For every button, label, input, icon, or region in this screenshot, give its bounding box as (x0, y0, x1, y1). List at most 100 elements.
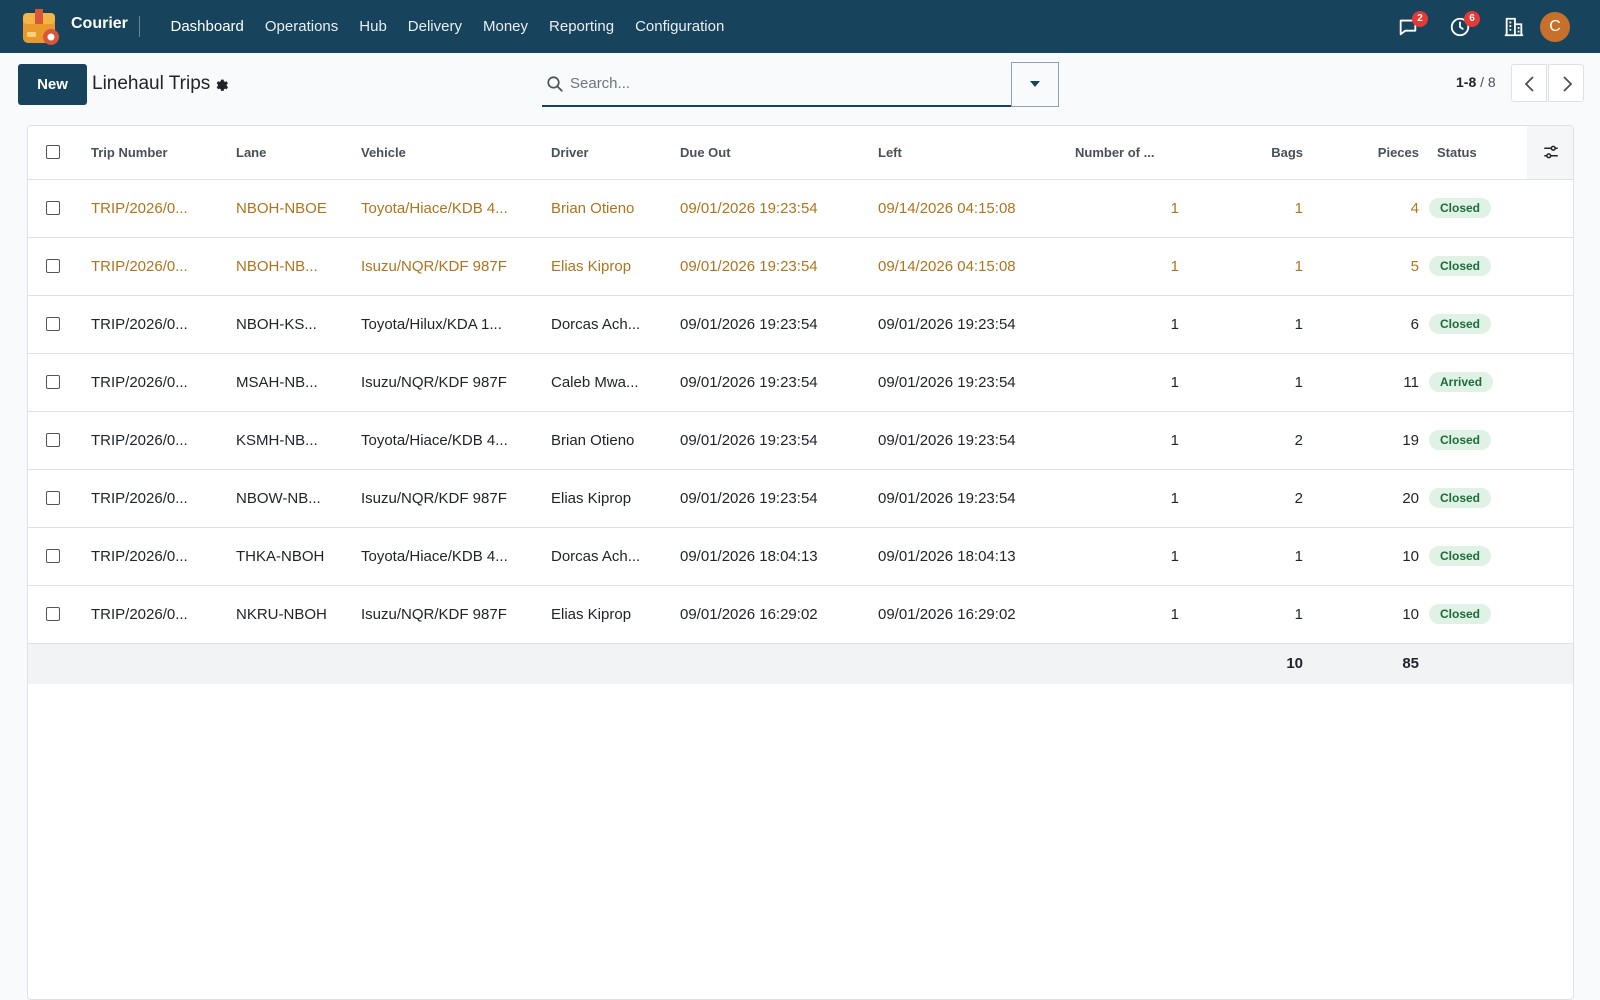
row-checkbox[interactable] (46, 259, 60, 273)
pager-range[interactable]: 1-8 (1456, 74, 1476, 90)
table-row[interactable]: TRIP/2026/0... MSAH-NB... Isuzu/NQR/KDF 98… (28, 353, 1573, 411)
vehicle-cell[interactable]: Toyota/Hiace/KDB 4... (361, 411, 551, 469)
due-out-cell[interactable]: 09/01/2026 19:23:54 (680, 469, 878, 527)
vehicle-cell[interactable]: Isuzu/NQR/KDF 987F (361, 353, 551, 411)
driver-cell[interactable]: Dorcas Ach... (551, 527, 680, 585)
pager-previous-button[interactable] (1511, 64, 1547, 102)
table-row[interactable]: TRIP/2026/0... NBOH-NBOE Toyota/Hiace/KDB … (28, 179, 1573, 237)
menu-money[interactable]: Money (472, 18, 538, 35)
vehicle-cell[interactable]: Isuzu/NQR/KDF 987F (361, 585, 551, 643)
pieces-cell[interactable]: 4 (1303, 179, 1419, 237)
pieces-cell[interactable]: 11 (1303, 353, 1419, 411)
bags-cell[interactable]: 1 (1179, 237, 1303, 295)
menu-delivery[interactable]: Delivery (397, 18, 472, 35)
col-lane[interactable]: Lane (236, 126, 361, 180)
table-row[interactable]: TRIP/2026/0... NBOH-KS... Toyota/Hilux/KDA… (28, 295, 1573, 353)
table-row[interactable]: TRIP/2026/0... KSMH-NB... Toyota/Hiace/KDB… (28, 411, 1573, 469)
row-checkbox[interactable] (46, 549, 60, 563)
menu-reporting[interactable]: Reporting (539, 18, 625, 35)
left-cell[interactable]: 09/01/2026 19:23:54 (878, 353, 1075, 411)
lane-cell[interactable]: NBOH-NB... (236, 237, 361, 295)
menu-operations[interactable]: Operations (254, 18, 348, 35)
row-checkbox[interactable] (46, 375, 60, 389)
table-row[interactable]: TRIP/2026/0... NBOH-NB... Isuzu/NQR/KDF 98… (28, 237, 1573, 295)
left-cell[interactable]: 09/01/2026 16:29:02 (878, 585, 1075, 643)
left-cell[interactable]: 09/14/2026 04:15:08 (878, 179, 1075, 237)
bags-cell[interactable]: 2 (1179, 469, 1303, 527)
trip-number-cell[interactable]: TRIP/2026/0... (91, 237, 236, 295)
col-status[interactable]: Status (1419, 126, 1527, 180)
table-row[interactable]: TRIP/2026/0... NBOW-NB... Isuzu/NQR/KDF 98… (28, 469, 1573, 527)
due-out-cell[interactable]: 09/01/2026 16:29:02 (680, 585, 878, 643)
vehicle-cell[interactable]: Toyota/Hiace/KDB 4... (361, 527, 551, 585)
number-cell[interactable]: 1 (1075, 469, 1179, 527)
bags-cell[interactable]: 1 (1179, 353, 1303, 411)
bags-cell[interactable]: 1 (1179, 295, 1303, 353)
gear-icon[interactable] (213, 77, 229, 93)
driver-cell[interactable]: Brian Otieno (551, 179, 680, 237)
col-number-of[interactable]: Number of ... (1075, 126, 1179, 180)
number-cell[interactable]: 1 (1075, 527, 1179, 585)
user-avatar[interactable]: C (1540, 12, 1570, 42)
lane-cell[interactable]: KSMH-NB... (236, 411, 361, 469)
col-bags[interactable]: Bags (1179, 126, 1303, 180)
lane-cell[interactable]: THKA-NBOH (236, 527, 361, 585)
search-input[interactable] (570, 68, 1020, 98)
trip-number-cell[interactable]: TRIP/2026/0... (91, 179, 236, 237)
driver-cell[interactable]: Elias Kiprop (551, 585, 680, 643)
driver-cell[interactable]: Brian Otieno (551, 411, 680, 469)
row-checkbox[interactable] (46, 201, 60, 215)
number-cell[interactable]: 1 (1075, 353, 1179, 411)
company-switcher[interactable] (1503, 14, 1529, 40)
col-due-out[interactable]: Due Out (680, 126, 878, 180)
driver-cell[interactable]: Dorcas Ach... (551, 295, 680, 353)
left-cell[interactable]: 09/01/2026 18:04:13 (878, 527, 1075, 585)
lane-cell[interactable]: NBOW-NB... (236, 469, 361, 527)
number-cell[interactable]: 1 (1075, 295, 1179, 353)
pager-next-button[interactable] (1548, 64, 1584, 102)
number-cell[interactable]: 1 (1075, 585, 1179, 643)
app-name[interactable]: Courier (71, 15, 128, 33)
col-pieces[interactable]: Pieces (1303, 126, 1419, 180)
col-driver[interactable]: Driver (551, 126, 680, 180)
search-options-toggle[interactable] (1011, 62, 1059, 107)
table-row[interactable]: TRIP/2026/0... THKA-NBOH Toyota/Hiace/KDB … (28, 527, 1573, 585)
pieces-cell[interactable]: 6 (1303, 295, 1419, 353)
vehicle-cell[interactable]: Isuzu/NQR/KDF 987F (361, 237, 551, 295)
col-trip-number[interactable]: Trip Number (91, 126, 236, 180)
menu-hub[interactable]: Hub (349, 18, 398, 35)
left-cell[interactable]: 09/14/2026 04:15:08 (878, 237, 1075, 295)
trip-number-cell[interactable]: TRIP/2026/0... (91, 295, 236, 353)
driver-cell[interactable]: Elias Kiprop (551, 237, 680, 295)
lane-cell[interactable]: NBOH-NBOE (236, 179, 361, 237)
col-vehicle[interactable]: Vehicle (361, 126, 551, 180)
due-out-cell[interactable]: 09/01/2026 19:23:54 (680, 353, 878, 411)
pieces-cell[interactable]: 5 (1303, 237, 1419, 295)
lane-cell[interactable]: MSAH-NB... (236, 353, 361, 411)
menu-dashboard[interactable]: Dashboard (160, 18, 254, 35)
trip-number-cell[interactable]: TRIP/2026/0... (91, 411, 236, 469)
trip-number-cell[interactable]: TRIP/2026/0... (91, 585, 236, 643)
due-out-cell[interactable]: 09/01/2026 19:23:54 (680, 179, 878, 237)
number-cell[interactable]: 1 (1075, 237, 1179, 295)
select-all-checkbox[interactable] (46, 145, 60, 160)
pieces-cell[interactable]: 20 (1303, 469, 1419, 527)
due-out-cell[interactable]: 09/01/2026 18:04:13 (680, 527, 878, 585)
vehicle-cell[interactable]: Toyota/Hilux/KDA 1... (361, 295, 551, 353)
row-checkbox[interactable] (46, 317, 60, 331)
lane-cell[interactable]: NBOH-KS... (236, 295, 361, 353)
bags-cell[interactable]: 1 (1179, 585, 1303, 643)
left-cell[interactable]: 09/01/2026 19:23:54 (878, 411, 1075, 469)
row-checkbox[interactable] (46, 607, 60, 621)
pieces-cell[interactable]: 10 (1303, 527, 1419, 585)
due-out-cell[interactable]: 09/01/2026 19:23:54 (680, 295, 878, 353)
left-cell[interactable]: 09/01/2026 19:23:54 (878, 469, 1075, 527)
due-out-cell[interactable]: 09/01/2026 19:23:54 (680, 411, 878, 469)
vehicle-cell[interactable]: Toyota/Hiace/KDB 4... (361, 179, 551, 237)
bags-cell[interactable]: 1 (1179, 527, 1303, 585)
left-cell[interactable]: 09/01/2026 19:23:54 (878, 295, 1075, 353)
page-title[interactable]: Linehaul Trips (92, 73, 210, 95)
vehicle-cell[interactable]: Isuzu/NQR/KDF 987F (361, 469, 551, 527)
driver-cell[interactable]: Elias Kiprop (551, 469, 680, 527)
trip-number-cell[interactable]: TRIP/2026/0... (91, 527, 236, 585)
